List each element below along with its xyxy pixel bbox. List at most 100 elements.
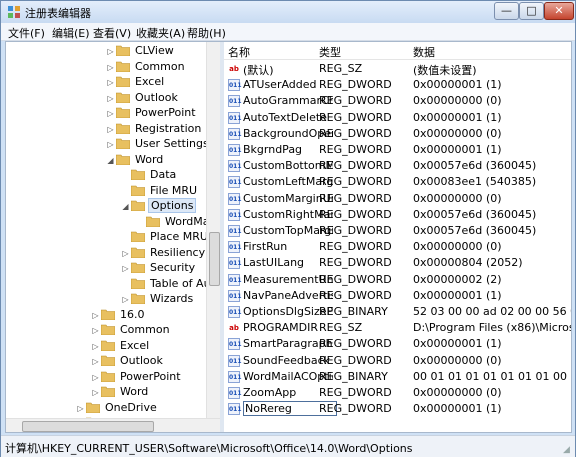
expander-icon[interactable]: ▷	[121, 295, 130, 304]
expander-icon[interactable]: ▷	[91, 342, 100, 351]
value-row[interactable]: 011NavPaneAdvertiseREG_DWORD0x00000001 (…	[224, 288, 571, 304]
menu-help[interactable]: 帮助(H)	[187, 25, 226, 41]
tree-vertical-scrollbar[interactable]	[206, 42, 220, 418]
menu-bar: 文件(F) 编辑(E) 查看(V) 收藏夹(A) 帮助(H)	[1, 23, 575, 41]
expander-icon[interactable]	[121, 187, 130, 196]
expander-icon[interactable]: ▷	[121, 249, 130, 258]
value-data: 52 03 00 00 ad 02 00 00 56 00 00 00	[413, 305, 571, 318]
value-row[interactable]: 011 BackgroundOpen REG_DWORD 0x00000000 (0)	[224, 126, 571, 142]
folder-icon	[101, 324, 115, 335]
expander-icon[interactable]: ▷	[106, 94, 115, 103]
folder-icon	[131, 185, 145, 196]
folder-icon	[131, 231, 145, 242]
tree-hscroll-thumb[interactable]	[22, 421, 154, 432]
expander-icon[interactable]: ▷	[106, 63, 115, 72]
value-data: 00 01 01 01 01 01 01 01 00 01 01 01	[413, 369, 571, 383]
value-row[interactable]: 011 ZoomApp REG_DWORD 0x00000000 (0)	[224, 385, 571, 401]
value-row[interactable]: 011 CustomTopMargin REG_DWORD 0x00057e6d (3…	[224, 223, 571, 239]
value-type: REG_DWORD	[319, 240, 392, 254]
value-type: REG_DWORD	[319, 94, 392, 108]
folder-icon	[131, 278, 145, 289]
value-row[interactable]: 011CustomBottomMarginREG_DWORD0x00057e6d…	[224, 158, 571, 174]
tree-node-label: Resiliency	[150, 245, 206, 259]
expander-icon[interactable]: ▷	[106, 140, 115, 149]
column-name-header[interactable]: 名称	[228, 44, 250, 60]
expander-icon[interactable]	[121, 171, 130, 180]
value-data: 0x00057e6d (360045)	[413, 159, 537, 173]
tree-node-label: 16.0	[120, 307, 145, 321]
value-type: REG_DWORD	[319, 126, 392, 140]
regedit-app-icon	[8, 6, 20, 18]
resize-grip-icon[interactable]: ◢	[563, 445, 573, 455]
expander-icon[interactable]: ◢	[106, 156, 115, 165]
tree-horizontal-scrollbar[interactable]	[6, 418, 220, 432]
tree-scroll-thumb[interactable]	[209, 232, 220, 286]
status-path: 计算机\HKEY_CURRENT_USER\Software\Microsoft…	[5, 442, 413, 455]
expander-icon[interactable]: ▷	[106, 47, 115, 56]
value-type: REG_BINARY	[319, 305, 388, 318]
value-row[interactable]: 011SmartParagraphSelectREG_DWORD0x000000…	[224, 336, 571, 352]
tree-node-label: User Settings	[135, 137, 209, 150]
value-data: 0x00000000 (0)	[413, 126, 502, 140]
key-tree[interactable]: ▷PeerNet▷OneDrive▷Word▷PowerPoint▷Outloo…	[6, 42, 220, 432]
value-row[interactable]: 011 LastUILang REG_DWORD 0x00000804 (2052)	[224, 255, 571, 271]
menu-edit[interactable]: 编辑(E)	[52, 25, 90, 41]
value-row[interactable]: 011 AutoTextDelete REG_DWORD 0x00000001 (1)	[224, 110, 571, 126]
binary-value-icon: 011	[228, 144, 242, 156]
value-data: 0x00000001 (1)	[413, 143, 502, 156]
folder-icon	[116, 154, 130, 165]
column-type-header[interactable]: 类型	[319, 44, 341, 60]
binary-value-icon: 011	[228, 241, 242, 254]
value-row[interactable]: 011OptionsDlgSizePosREG_BINARY52 03 00 0…	[224, 304, 571, 320]
expander-icon[interactable]	[136, 218, 145, 227]
expander-icon[interactable]: ▷	[91, 311, 100, 320]
value-row[interactable]: 011CustomMarginUnitREG_DWORD0x00000000 (…	[224, 191, 571, 207]
folder-icon	[146, 216, 160, 227]
expander-icon[interactable]: ▷	[106, 109, 115, 118]
close-button[interactable]: ✕	[544, 2, 574, 20]
expander-icon[interactable]: ▷	[91, 388, 100, 397]
value-row[interactable]: ab PROGRAMDIR REG_SZ D:\Program Files (x86)…	[224, 320, 571, 336]
value-row[interactable]: 011 NoRereg REG_DWORD 0x00000001 (1)	[224, 401, 571, 417]
value-row[interactable]: 011 BkgrndPag REG_DWORD 0x00000001 (1)	[224, 142, 571, 158]
value-data: 0x00000000 (0)	[413, 240, 502, 254]
expander-icon[interactable]: ◢	[121, 202, 130, 211]
expander-icon[interactable]	[121, 280, 130, 289]
folder-icon	[86, 402, 100, 413]
expander-icon[interactable]: ▷	[106, 78, 115, 87]
value-row[interactable]: 011 ATUserAdded REG_DWORD 0x00000001 (1)	[224, 77, 571, 93]
minimize-button[interactable]: —	[494, 2, 519, 20]
expander-icon[interactable]: ▷	[121, 264, 130, 273]
expander-icon[interactable]: ▷	[76, 404, 85, 413]
menu-favorites[interactable]: 收藏夹(A)	[136, 25, 185, 41]
expander-icon[interactable]	[121, 233, 130, 242]
value-type: REG_BINARY	[319, 369, 388, 383]
value-row[interactable]: 011 FirstRun REG_DWORD 0x00000000 (0)	[224, 239, 571, 255]
column-data-header[interactable]: 数据	[413, 44, 435, 60]
value-data: 0x00000000 (0)	[413, 353, 502, 367]
value-type: REG_DWORD	[319, 224, 392, 237]
title-bar[interactable]: 注册表编辑器 — □ ✕	[1, 1, 575, 23]
value-row[interactable]: 011CustomLeftMarginREG_DWORD0x00083ee1 (…	[224, 174, 571, 190]
binary-value-icon: 011	[228, 111, 242, 124]
value-row[interactable]: ab (默认) REG_SZ (数值未设置)	[224, 61, 571, 77]
value-row[interactable]: 011CustomRightMarginREG_DWORD0x00057e6d …	[224, 207, 571, 223]
value-row[interactable]: 011WordMailACOptionsREG_BINARY00 01 01 0…	[224, 369, 571, 385]
value-data: 0x00000001 (1)	[413, 288, 502, 302]
value-row[interactable]: 011AutoGrammarCheckREG_DWORD0x00000000 (…	[224, 93, 571, 109]
status-bar: 计算机\HKEY_CURRENT_USER\Software\Microsoft…	[1, 435, 575, 457]
maximize-button[interactable]: □	[519, 2, 544, 20]
folder-icon	[131, 169, 145, 180]
expander-icon[interactable]: ▷	[91, 326, 100, 335]
expander-icon[interactable]: ▷	[91, 357, 100, 366]
value-row[interactable]: 011MeasurementUnitsREG_DWORD0x00000002 (…	[224, 272, 571, 288]
value-row[interactable]: 011 SoundFeedback REG_DWORD 0x00000000 (0)	[224, 353, 571, 369]
binary-value-icon: 011	[228, 338, 242, 351]
expander-icon[interactable]: ▷	[91, 373, 100, 382]
menu-view[interactable]: 查看(V)	[93, 25, 131, 41]
tree-node-label: Security	[150, 261, 196, 274]
folder-icon	[131, 293, 145, 304]
menu-file[interactable]: 文件(F)	[8, 25, 45, 41]
expander-icon[interactable]: ▷	[106, 125, 115, 134]
tree-node-label: Data	[150, 168, 177, 181]
